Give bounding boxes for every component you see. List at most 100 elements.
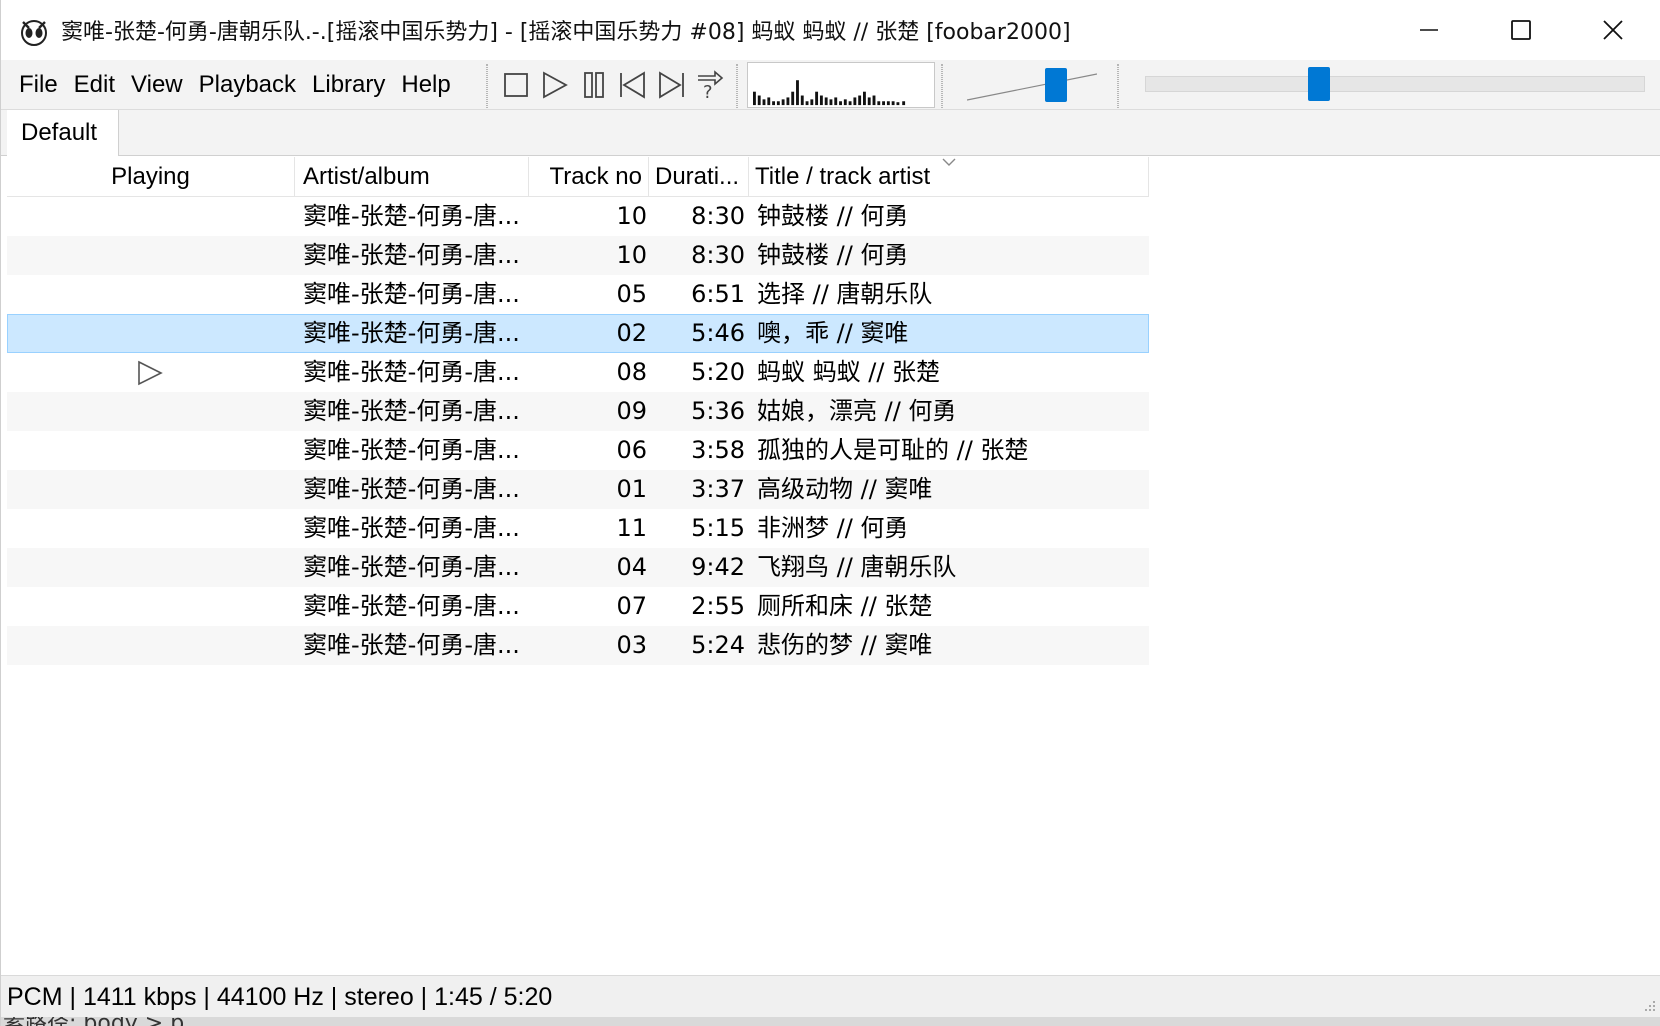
status-text: PCM | 1411 kbps | 44100 Hz | stereo | 1:…: [7, 983, 553, 1011]
table-row[interactable]: 窦唯-张楚-何勇-唐... 05 6:51 选择 // 唐朝乐队: [7, 275, 1149, 314]
cell-track-no: 11: [616, 514, 647, 542]
table-row[interactable]: 窦唯-张楚-何勇-唐... 04 9:42 飞翔鸟 // 唐朝乐队: [7, 548, 1149, 587]
cell-playing: [7, 314, 295, 353]
column-artist-album[interactable]: Artist/album: [295, 157, 529, 197]
toolbar-separator: [736, 64, 738, 108]
playlist-tabs: Default: [1, 110, 1660, 156]
cell-track-no: 10: [616, 241, 647, 269]
cell-duration: 3:58: [691, 436, 745, 464]
cell-title-artist: 钟鼓楼 // 何勇: [757, 202, 909, 230]
resize-grip-icon[interactable]: [1643, 999, 1657, 1013]
title-bar[interactable]: 窦唯-张楚-何勇-唐朝乐队.-.[摇滚中国乐势力] - [摇滚中国乐势力 #08…: [1, 0, 1660, 60]
cell-duration: 5:36: [691, 397, 745, 425]
cell-title-artist: 高级动物 // 窦唯: [757, 475, 933, 503]
cell-playing: [7, 197, 295, 236]
now-playing-icon: [138, 360, 163, 386]
previous-icon[interactable]: [615, 68, 649, 102]
play-icon[interactable]: [537, 68, 571, 102]
stop-icon[interactable]: [499, 68, 533, 102]
menu-edit[interactable]: Edit: [66, 71, 123, 99]
menu-bar: File Edit View Playback Library Help: [11, 60, 459, 110]
cell-duration: 9:42: [691, 553, 745, 581]
cell-playing: [7, 353, 295, 392]
cell-playing: [7, 392, 295, 431]
sort-indicator-icon: [942, 158, 956, 166]
random-icon[interactable]: ?: [693, 68, 727, 102]
cell-duration: 8:30: [691, 202, 745, 230]
svg-text:?: ?: [703, 82, 713, 102]
cell-playing: [7, 626, 295, 665]
toolbar-separator: [486, 64, 488, 108]
cell-duration: 5:46: [691, 319, 745, 347]
playlist-header: Playing Artist/album Track no Durati... …: [7, 157, 1149, 197]
cell-title-artist: 钟鼓楼 // 何勇: [757, 241, 909, 269]
column-playing[interactable]: Playing: [7, 157, 295, 197]
menu-file[interactable]: File: [11, 71, 66, 99]
cell-artist-album: 窦唯-张楚-何勇-唐...: [303, 358, 520, 386]
cell-playing: [7, 431, 295, 470]
cell-artist-album: 窦唯-张楚-何勇-唐...: [303, 631, 520, 659]
close-icon: [1603, 20, 1623, 40]
window-title: 窦唯-张楚-何勇-唐朝乐队.-.[摇滚中国乐势力] - [摇滚中国乐势力 #08…: [61, 20, 1071, 45]
minimize-icon: [1420, 29, 1438, 31]
table-row[interactable]: 窦唯-张楚-何勇-唐... 11 5:15 非洲梦 // 何勇: [7, 509, 1149, 548]
next-icon[interactable]: [655, 68, 689, 102]
cell-artist-album: 窦唯-张楚-何勇-唐...: [303, 514, 520, 542]
cell-track-no: 01: [616, 475, 647, 503]
cell-artist-album: 窦唯-张楚-何勇-唐...: [303, 319, 520, 347]
menu-playback[interactable]: Playback: [191, 71, 304, 99]
cell-track-no: 07: [616, 592, 647, 620]
tab-default[interactable]: Default: [7, 110, 119, 156]
menu-library[interactable]: Library: [304, 71, 393, 99]
cell-artist-album: 窦唯-张楚-何勇-唐...: [303, 280, 520, 308]
cell-title-artist: 悲伤的梦 // 窦唯: [757, 631, 933, 659]
spectrum-visualizer[interactable]: [747, 62, 935, 108]
cell-track-no: 02: [616, 319, 647, 347]
volume-thumb[interactable]: [1044, 68, 1067, 102]
cell-title-artist: 选择 // 唐朝乐队: [757, 280, 933, 308]
cell-artist-album: 窦唯-张楚-何勇-唐...: [303, 592, 520, 620]
cell-artist-album: 窦唯-张楚-何勇-唐...: [303, 436, 520, 464]
cell-title-artist: 噢，乖 // 窦唯: [757, 319, 909, 347]
volume-slider[interactable]: [967, 72, 1097, 102]
foobar-window: 窦唯-张楚-何勇-唐朝乐队.-.[摇滚中国乐势力] - [摇滚中国乐势力 #08…: [0, 0, 1660, 1026]
cell-duration: 3:37: [691, 475, 745, 503]
cell-playing: [7, 470, 295, 509]
cell-artist-album: 窦唯-张楚-何勇-唐...: [303, 241, 520, 269]
toolbar-separator: [1117, 64, 1119, 108]
cell-title-artist: 飞翔鸟 // 唐朝乐队: [757, 553, 957, 581]
column-duration[interactable]: Durati...: [649, 157, 749, 197]
minimize-button[interactable]: [1383, 0, 1475, 60]
table-row[interactable]: 窦唯-张楚-何勇-唐... 08 5:20 蚂蚁 蚂蚁 // 张楚: [7, 353, 1149, 392]
cell-track-no: 03: [616, 631, 647, 659]
seek-bar[interactable]: [1145, 76, 1645, 92]
maximize-icon: [1511, 20, 1531, 40]
table-row[interactable]: 窦唯-张楚-何勇-唐... 03 5:24 悲伤的梦 // 窦唯: [7, 626, 1149, 665]
table-row[interactable]: 窦唯-张楚-何勇-唐... 09 5:36 姑娘，漂亮 // 何勇: [7, 392, 1149, 431]
cell-artist-album: 窦唯-张楚-何勇-唐...: [303, 202, 520, 230]
cell-title-artist: 姑娘，漂亮 // 何勇: [757, 397, 957, 425]
cell-title-artist: 孤独的人是可耻的 // 张楚: [757, 436, 1029, 464]
table-row[interactable]: 窦唯-张楚-何勇-唐... 10 8:30 钟鼓楼 // 何勇: [7, 197, 1149, 236]
close-button[interactable]: [1567, 0, 1659, 60]
cell-title-artist: 蚂蚁 蚂蚁 // 张楚: [757, 358, 941, 386]
cell-track-no: 10: [616, 202, 647, 230]
foobar-app-icon[interactable]: [17, 14, 51, 48]
cell-duration: 5:24: [691, 631, 745, 659]
seek-thumb[interactable]: [1307, 67, 1330, 101]
maximize-button[interactable]: [1475, 0, 1567, 60]
column-track-no[interactable]: Track no: [529, 157, 649, 197]
cell-playing: [7, 548, 295, 587]
menu-help[interactable]: Help: [393, 71, 458, 99]
cell-track-no: 05: [616, 280, 647, 308]
cell-track-no: 06: [616, 436, 647, 464]
table-row[interactable]: 窦唯-张楚-何勇-唐... 06 3:58 孤独的人是可耻的 // 张楚: [7, 431, 1149, 470]
table-row[interactable]: 窦唯-张楚-何勇-唐... 02 5:46 噢，乖 // 窦唯: [7, 314, 1149, 353]
pause-icon[interactable]: [577, 68, 611, 102]
cell-playing: [7, 509, 295, 548]
table-row[interactable]: 窦唯-张楚-何勇-唐... 07 2:55 厕所和床 // 张楚: [7, 587, 1149, 626]
table-row[interactable]: 窦唯-张楚-何勇-唐... 01 3:37 高级动物 // 窦唯: [7, 470, 1149, 509]
cell-track-no: 09: [616, 397, 647, 425]
menu-view[interactable]: View: [123, 71, 191, 99]
table-row[interactable]: 窦唯-张楚-何勇-唐... 10 8:30 钟鼓楼 // 何勇: [7, 236, 1149, 275]
